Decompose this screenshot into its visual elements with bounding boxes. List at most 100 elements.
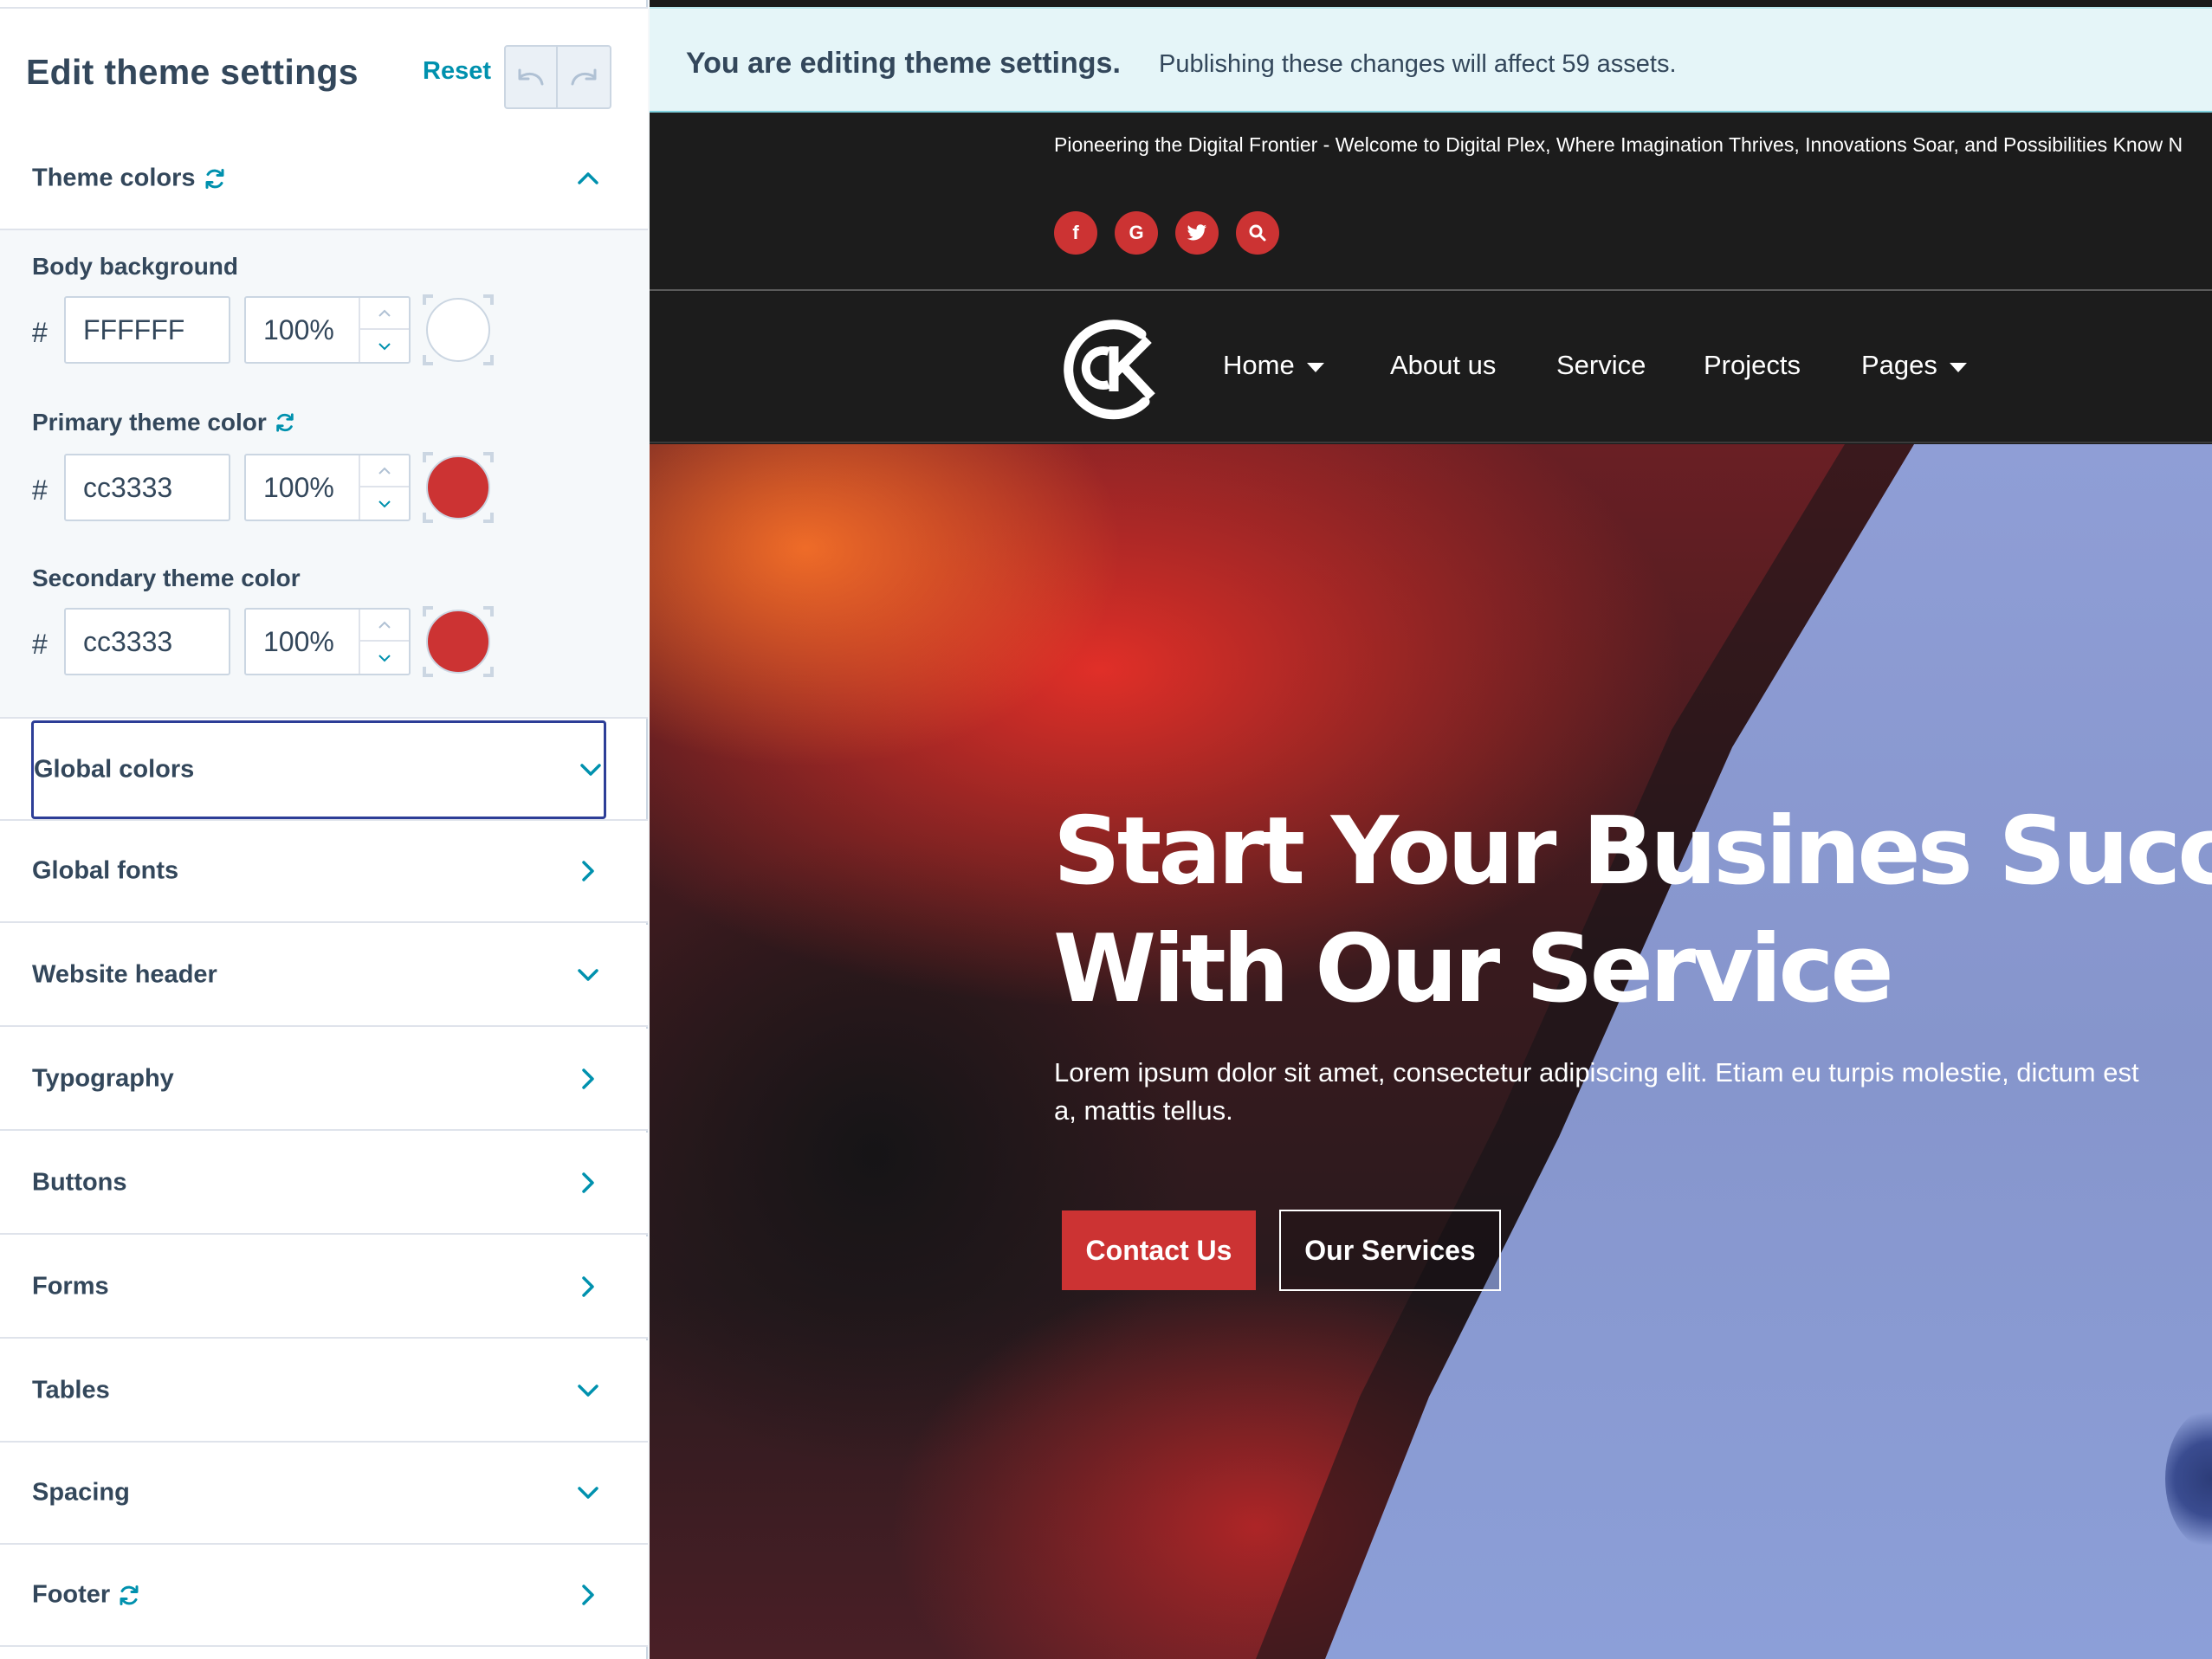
our-services-button[interactable]: Our Services — [1279, 1210, 1501, 1291]
secondary-theme-color-hex-input[interactable]: cc3333 — [64, 608, 230, 675]
section-label: Tables — [32, 1377, 110, 1405]
stepper-down-button[interactable] — [360, 487, 409, 520]
stepper-up-button[interactable] — [360, 298, 409, 330]
section-title: Tables — [32, 1376, 110, 1404]
chevron-right-icon[interactable] — [575, 1274, 601, 1300]
field-label: Secondary theme color — [32, 565, 301, 592]
chevron-right-icon[interactable] — [575, 1170, 601, 1196]
section-label: Forms — [32, 1273, 109, 1301]
field-label: Primary theme color — [32, 409, 296, 436]
site-topbar: Pioneering the Digital Frontier - Welcom… — [650, 113, 2212, 291]
undo-button[interactable] — [504, 45, 558, 109]
chevron-right-icon[interactable] — [575, 858, 601, 884]
nav-label: Projects — [1704, 350, 1801, 380]
facebook-glyph: f — [1072, 222, 1079, 243]
facebook-icon[interactable]: f — [1054, 211, 1097, 255]
nav-service[interactable]: Service — [1556, 350, 1646, 381]
nav-label: Pages — [1861, 350, 1937, 380]
site-preview: You are editing theme settings. Publishi… — [650, 0, 2212, 1659]
body-background-hex-input[interactable]: FFFFFF — [64, 296, 230, 364]
nav-projects[interactable]: Projects — [1704, 350, 1801, 381]
chevron-right-icon[interactable] — [575, 1582, 601, 1608]
stepper-down-button[interactable] — [360, 642, 409, 674]
opacity-stepper[interactable] — [359, 298, 409, 362]
hero-title-line: Start Your Busines Succe — [1053, 797, 2212, 906]
section-tables[interactable]: Tables — [0, 1340, 648, 1443]
banner-message: Publishing these changes will affect 59 … — [1159, 50, 1677, 78]
section-spacing[interactable]: Spacing — [0, 1443, 648, 1545]
chevron-down-icon — [378, 654, 391, 662]
body-background-opacity-input[interactable]: 100% — [244, 296, 411, 364]
hero-title: Start Your Busines Succe With Our Servic… — [1053, 793, 2212, 1029]
stepper-down-button[interactable] — [360, 330, 409, 362]
caret-down-icon — [1949, 362, 1967, 372]
section-label: Theme colors — [32, 165, 227, 193]
section-typography[interactable]: Typography — [0, 1029, 648, 1131]
nav-label: Home — [1223, 350, 1295, 380]
swatch-corner — [423, 513, 433, 523]
chevron-down-icon[interactable] — [578, 757, 604, 783]
hash-symbol: # — [32, 474, 48, 506]
chevron-down-icon[interactable] — [575, 1378, 601, 1404]
body-background-swatch[interactable] — [423, 294, 494, 365]
hero-section: Start Your Busines Succe With Our Servic… — [650, 444, 2212, 1659]
section-buttons[interactable]: Buttons — [0, 1133, 648, 1235]
section-global-colors[interactable]: Global colors — [31, 720, 606, 819]
opacity-stepper[interactable] — [359, 610, 409, 674]
reset-button[interactable]: Reset — [423, 57, 491, 86]
color-swatch — [426, 610, 490, 674]
opacity-value: 100% — [263, 625, 334, 657]
chevron-down-icon — [378, 342, 391, 350]
section-label: Spacing — [32, 1479, 130, 1507]
nav-home[interactable]: Home — [1223, 350, 1324, 381]
section-title: Website header — [32, 960, 217, 989]
nav-pages[interactable]: Pages — [1861, 350, 1967, 381]
primary-theme-color-opacity-input[interactable]: 100% — [244, 454, 411, 521]
section-website-header[interactable]: Website header — [0, 925, 648, 1027]
color-swatch — [426, 455, 490, 520]
google-glyph: G — [1129, 222, 1144, 243]
chevron-down-icon[interactable] — [575, 1480, 601, 1506]
search-icon[interactable] — [1236, 211, 1279, 255]
twitter-bird-icon — [1187, 224, 1207, 241]
nav-label: About us — [1390, 350, 1497, 380]
redo-icon — [571, 68, 597, 86]
secondary-theme-color-opacity-input[interactable]: 100% — [244, 608, 411, 675]
swatch-corner — [483, 355, 494, 365]
nav-about-us[interactable]: About us — [1390, 350, 1496, 381]
opacity-stepper[interactable] — [359, 455, 409, 520]
chevron-down-icon[interactable] — [575, 962, 601, 988]
swatch-corner — [423, 452, 433, 462]
section-footer[interactable]: Footer — [0, 1545, 648, 1647]
primary-theme-color-swatch[interactable] — [423, 452, 494, 523]
color-swatch — [426, 298, 490, 362]
secondary-theme-color-swatch[interactable] — [423, 606, 494, 677]
chevron-right-icon[interactable] — [575, 1066, 601, 1092]
swatch-corner — [423, 667, 433, 677]
stepper-up-button[interactable] — [360, 455, 409, 487]
primary-theme-color-hex-input[interactable]: cc3333 — [64, 454, 230, 521]
theme-colors-body: Body background # FFFFFF 100% Primary th… — [0, 230, 648, 719]
contact-us-button[interactable]: Contact Us — [1062, 1210, 1256, 1290]
swatch-corner — [483, 606, 494, 616]
page-title: Edit theme settings — [26, 52, 359, 92]
sync-icon — [205, 168, 224, 189]
chevron-up-icon — [378, 309, 391, 317]
section-theme-colors[interactable]: Theme colors — [0, 128, 648, 230]
redo-button[interactable] — [558, 45, 611, 109]
swatch-corner — [483, 513, 494, 523]
undo-icon — [518, 68, 544, 86]
chevron-up-icon[interactable] — [575, 165, 601, 191]
chevron-up-icon — [378, 621, 391, 629]
section-label: Footer — [32, 1581, 141, 1610]
section-title: Theme colors — [32, 164, 196, 192]
swatch-corner — [483, 452, 494, 462]
section-global-fonts[interactable]: Global fonts — [0, 821, 648, 923]
twitter-icon[interactable] — [1175, 211, 1219, 255]
stepper-up-button[interactable] — [360, 610, 409, 642]
nav-label: Service — [1556, 350, 1646, 380]
google-icon[interactable]: G — [1115, 211, 1158, 255]
section-forms[interactable]: Forms — [0, 1236, 648, 1339]
ck-logo-icon[interactable] — [1058, 312, 1166, 424]
swatch-corner — [423, 355, 433, 365]
